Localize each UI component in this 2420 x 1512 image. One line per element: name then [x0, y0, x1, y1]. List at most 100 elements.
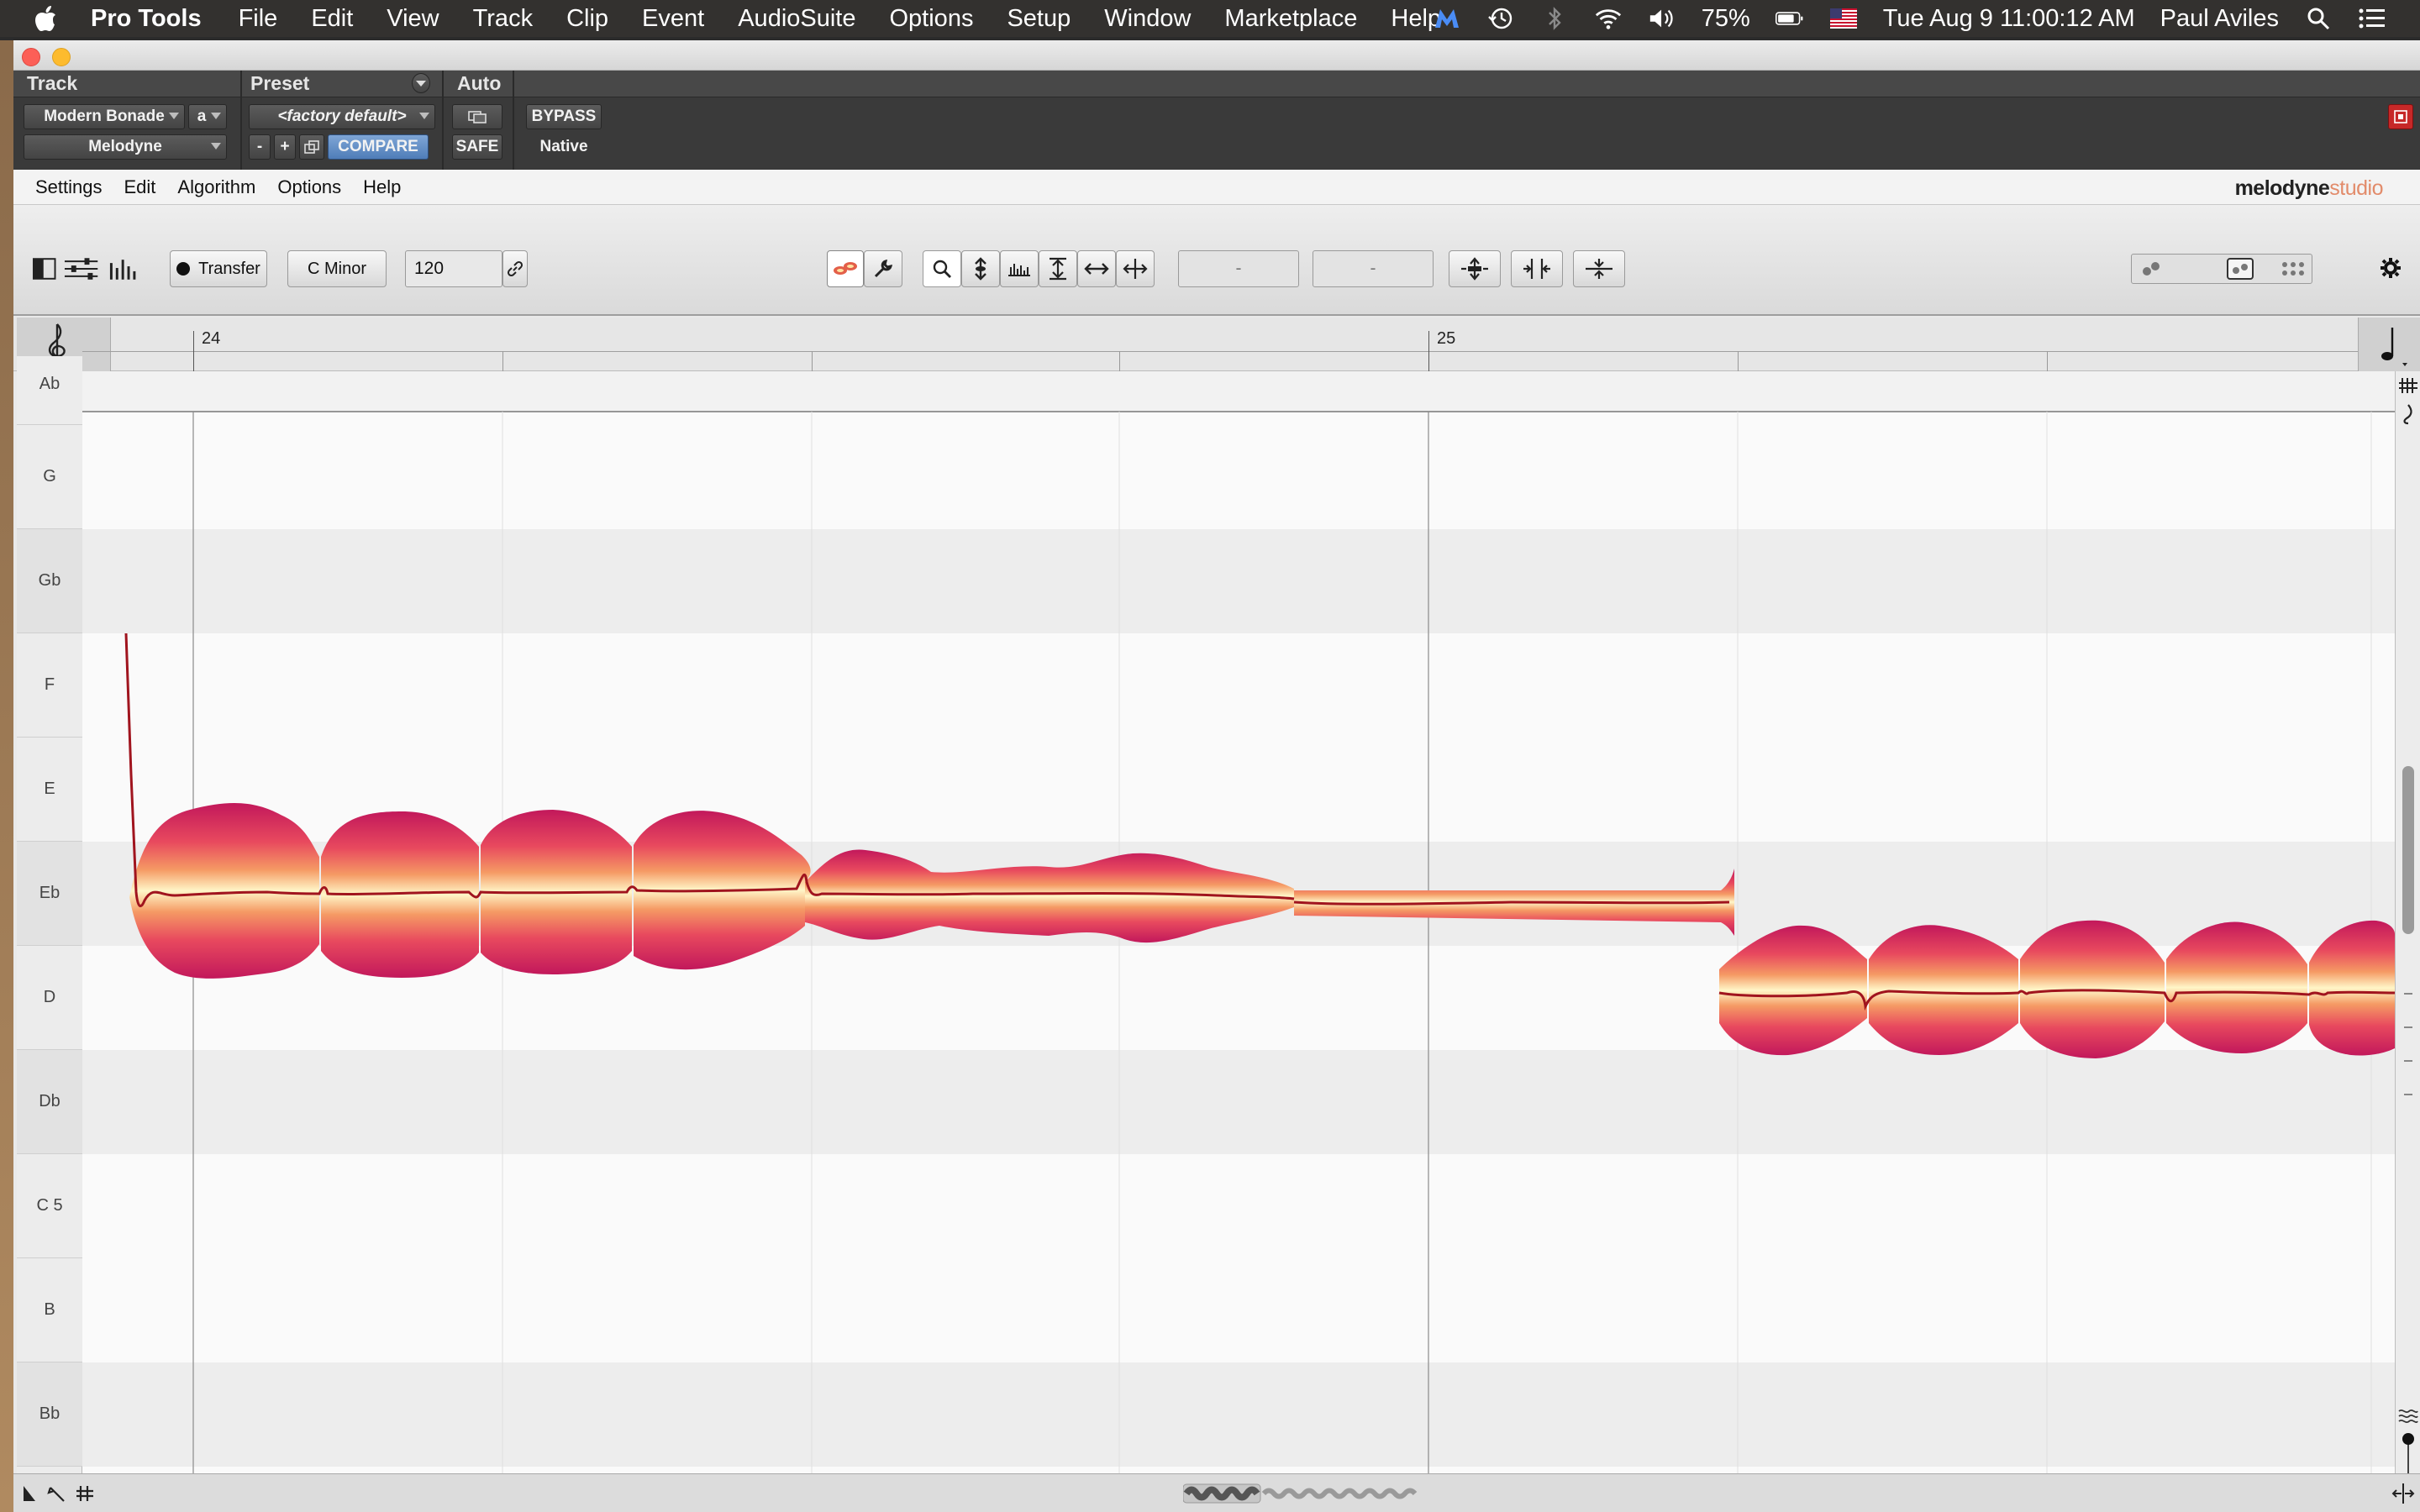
main-tool-button[interactable]: [827, 250, 864, 287]
bluetooth-icon[interactable]: [1540, 6, 1569, 31]
menu-setup[interactable]: Setup: [1007, 5, 1071, 33]
horizontal-overview-scroller[interactable]: [1182, 1481, 1422, 1506]
note-editor-canvas[interactable]: [82, 371, 2395, 1512]
pitch-label-f: F: [44, 675, 55, 694]
leveling-button[interactable]: [1573, 250, 1625, 287]
plugin-selector[interactable]: Melodyne: [24, 134, 227, 160]
play-from-icon[interactable]: [20, 1483, 42, 1504]
tempo-field[interactable]: 120: [405, 250, 502, 287]
vertical-scroll-thumb[interactable]: [2402, 766, 2414, 934]
compare-button[interactable]: COMPARE: [328, 134, 429, 160]
minimize-window-button[interactable]: [52, 48, 71, 66]
menu-edit[interactable]: Edit: [311, 5, 353, 33]
melodyne-menu-help[interactable]: Help: [363, 176, 401, 198]
correct-pitch-button[interactable]: [1449, 250, 1501, 287]
amplitude-tool-button[interactable]: [1039, 250, 1077, 287]
inspector-panel-icon[interactable]: [32, 257, 56, 281]
note-separation-tool-button[interactable]: [1116, 250, 1155, 287]
wifi-icon[interactable]: [1594, 6, 1623, 31]
quarter-note-icon: [2381, 328, 2407, 366]
melodyne-menu-settings[interactable]: Settings: [35, 176, 103, 198]
menu-track[interactable]: Track: [473, 5, 533, 33]
vertical-zoom-handle[interactable]: [2402, 1433, 2414, 1445]
menu-options[interactable]: Options: [890, 5, 974, 33]
pitch-tool-icon: [975, 257, 986, 281]
plugin-error-button[interactable]: [2388, 104, 2413, 129]
spotlight-search-icon[interactable]: [2304, 6, 2333, 31]
secondary-tool-button[interactable]: [864, 250, 902, 287]
melodyne-menubar: Settings Edit Algorithm Options Help mel…: [13, 170, 2420, 205]
note-assignment-icon[interactable]: [107, 256, 139, 281]
battery-percent: 75%: [1701, 4, 1750, 32]
menu-marketplace[interactable]: Marketplace: [1224, 5, 1357, 33]
copy-settings-button[interactable]: [299, 134, 324, 160]
scale-grid-icon[interactable]: [2397, 375, 2419, 396]
quantize-time-button[interactable]: [1511, 250, 1563, 287]
settings-button[interactable]: [2375, 250, 2408, 287]
apple-icon[interactable]: [34, 5, 59, 32]
pitch-ruler[interactable]: Ab G Gb F E Eb D Db C 5 B Bb: [17, 356, 82, 1512]
key-scale-button[interactable]: C Minor: [287, 250, 387, 287]
native-indicator: Native: [526, 134, 602, 160]
melodyne-menu-edit[interactable]: Edit: [124, 176, 156, 198]
user-name[interactable]: Paul Aviles: [2160, 5, 2279, 33]
lane-db: [82, 1050, 2395, 1154]
parameter-field-1[interactable]: -: [1178, 250, 1299, 287]
channel-selector[interactable]: a: [188, 104, 227, 129]
battery-icon[interactable]: [1775, 6, 1804, 31]
preset-label: Preset: [250, 72, 310, 94]
pitch-label-e: E: [44, 780, 55, 798]
pitch-tool-button[interactable]: [961, 250, 1000, 287]
menu-file[interactable]: File: [239, 5, 278, 33]
us-flag-icon[interactable]: [1829, 6, 1858, 31]
formant-tool-button[interactable]: [1000, 250, 1039, 287]
melodyne-menu-options[interactable]: Options: [277, 176, 341, 198]
preset-menu-button[interactable]: [412, 73, 430, 93]
track-selector[interactable]: Modern Bonade: [24, 104, 185, 129]
parameter-field-2[interactable]: -: [1313, 250, 1434, 287]
header-label-strip: [13, 71, 2420, 97]
note-grid-selector[interactable]: [2358, 318, 2420, 371]
note-editor-svg[interactable]: [82, 371, 2395, 1512]
menu-view[interactable]: View: [387, 5, 439, 33]
timing-tool-button[interactable]: [1077, 250, 1116, 287]
automation-button[interactable]: [452, 104, 502, 129]
mixer-sliders-icon[interactable]: [63, 256, 99, 281]
plugin-name: Melodyne: [88, 138, 162, 155]
melodyne-menu-algorithm[interactable]: Algorithm: [177, 176, 255, 198]
zoom-tick: [2404, 993, 2412, 995]
menu-clip[interactable]: Clip: [566, 5, 608, 33]
quantize-icon: [1523, 259, 1550, 279]
menu-audiosuite[interactable]: AudioSuite: [738, 5, 855, 33]
timeline-ruler[interactable]: 24 25: [13, 318, 2420, 371]
preset-next-button[interactable]: +: [274, 134, 296, 160]
menu-event[interactable]: Event: [642, 5, 704, 33]
waveform-zoom-icon[interactable]: [2397, 1404, 2419, 1426]
vertical-scrollbar[interactable]: [2395, 371, 2420, 1512]
preset-previous-button[interactable]: -: [249, 134, 271, 160]
app-name[interactable]: Pro Tools: [91, 5, 202, 33]
pencil-icon[interactable]: [47, 1483, 69, 1504]
clock-text[interactable]: Tue Aug 9 11:00:12 AM: [1883, 5, 2135, 33]
transfer-button[interactable]: Transfer: [170, 250, 267, 287]
tempo-link-button[interactable]: [502, 250, 528, 287]
scale-snap-icon[interactable]: [2397, 403, 2419, 425]
header-divider: [513, 71, 514, 170]
note-blob[interactable]: [2166, 921, 2307, 1053]
fit-to-window-icon[interactable]: [2391, 1482, 2415, 1505]
close-window-button[interactable]: [22, 48, 40, 66]
view-zoom-slider[interactable]: [2131, 254, 2312, 284]
note-blob[interactable]: [129, 803, 319, 979]
bypass-button[interactable]: BYPASS: [526, 104, 602, 129]
menu-window[interactable]: Window: [1104, 5, 1191, 33]
window-titlebar[interactable]: [13, 40, 2420, 71]
volume-icon[interactable]: [1648, 6, 1676, 31]
safe-button[interactable]: SAFE: [452, 134, 502, 160]
lane-ab: [82, 371, 2395, 412]
zoom-tool-button[interactable]: [923, 250, 961, 287]
preset-selector[interactable]: <factory default>: [249, 104, 435, 129]
notification-center-icon[interactable]: [2358, 6, 2386, 31]
grid-icon[interactable]: [74, 1483, 96, 1504]
time-machine-icon[interactable]: [1486, 6, 1515, 31]
malwarebytes-icon[interactable]: [1433, 6, 1461, 31]
